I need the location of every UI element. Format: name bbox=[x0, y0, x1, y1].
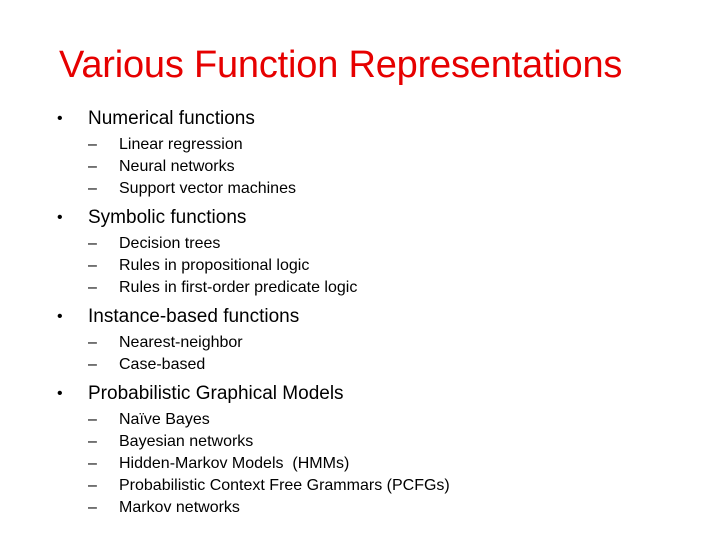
sub-item-label: Neural networks bbox=[119, 158, 235, 175]
dash-icon: – bbox=[88, 455, 97, 472]
sub-item-label: Markov networks bbox=[119, 499, 240, 516]
sub-item: – Support vector machines bbox=[57, 178, 697, 200]
bullet-label: Numerical functions bbox=[88, 108, 255, 129]
dash-icon: – bbox=[88, 257, 97, 274]
sub-list: – Linear regression – Neural networks – Sup… bbox=[57, 134, 697, 200]
sub-item-label: Linear regression bbox=[119, 136, 243, 153]
dash-icon: – bbox=[88, 136, 97, 153]
sub-item: – Nearest-neighbor bbox=[57, 332, 697, 354]
bullet-label: Instance-based functions bbox=[88, 306, 300, 327]
dash-icon: – bbox=[88, 334, 97, 351]
bullet-numerical-functions: • Numerical functions bbox=[57, 107, 697, 131]
dash-icon: – bbox=[88, 477, 97, 494]
sub-item-label: Case-based bbox=[119, 356, 206, 373]
bullet-label: Symbolic functions bbox=[88, 207, 247, 228]
sub-item-label: Rules in first-order predicate logic bbox=[119, 279, 358, 296]
dash-icon: – bbox=[88, 158, 97, 175]
sub-item: – Probabilistic Context Free Grammars (PC… bbox=[57, 475, 697, 497]
sub-item: – Linear regression bbox=[57, 134, 697, 156]
sub-item-label: Hidden-Markov Models (HMMs) bbox=[119, 455, 350, 472]
sub-item: – Hidden-Markov Models (HMMs) bbox=[57, 453, 697, 475]
dash-icon: – bbox=[88, 180, 97, 197]
dash-icon: – bbox=[88, 411, 97, 428]
dash-icon: – bbox=[88, 235, 97, 252]
dash-icon: – bbox=[88, 433, 97, 450]
dash-icon: – bbox=[88, 356, 97, 373]
slide-title: Various Function Representations bbox=[59, 44, 623, 86]
bullet-icon: • bbox=[57, 308, 63, 325]
sub-item: – Markov networks bbox=[57, 497, 697, 519]
sub-item: – Bayesian networks bbox=[57, 431, 697, 453]
sub-item-label: Probabilistic Context Free Grammars (PCF… bbox=[119, 477, 450, 494]
sub-item: – Naïve Bayes bbox=[57, 409, 697, 431]
bullet-instance-based-functions: • Instance-based functions bbox=[57, 305, 697, 329]
sub-list: – Naïve Bayes – Bayesian networks – Hidden-… bbox=[57, 409, 697, 519]
sub-list: – Nearest-neighbor – Case-based bbox=[57, 332, 697, 376]
sub-item: – Rules in first-order predicate logic bbox=[57, 277, 697, 299]
sub-item-label: Decision trees bbox=[119, 235, 221, 252]
sub-list: – Decision trees – Rules in propositional … bbox=[57, 233, 697, 299]
sub-item-label: Nearest-neighbor bbox=[119, 334, 243, 351]
sub-item: – Rules in propositional logic bbox=[57, 255, 697, 277]
bullet-label: Probabilistic Graphical Models bbox=[88, 383, 344, 404]
bullet-icon: • bbox=[57, 385, 63, 402]
slide-body: • Numerical functions – Linear regression… bbox=[57, 107, 697, 525]
bullet-icon: • bbox=[57, 209, 63, 226]
sub-item: – Decision trees bbox=[57, 233, 697, 255]
sub-item: – Case-based bbox=[57, 354, 697, 376]
sub-item: – Neural networks bbox=[57, 156, 697, 178]
dash-icon: – bbox=[88, 279, 97, 296]
sub-item-label: Bayesian networks bbox=[119, 433, 254, 450]
sub-item-label: Naïve Bayes bbox=[119, 411, 210, 428]
sub-item-label: Support vector machines bbox=[119, 180, 296, 197]
bullet-icon: • bbox=[57, 110, 63, 127]
dash-icon: – bbox=[88, 499, 97, 516]
bullet-probabilistic-graphical-models: • Probabilistic Graphical Models bbox=[57, 382, 697, 406]
bullet-symbolic-functions: • Symbolic functions bbox=[57, 206, 697, 230]
sub-item-label: Rules in propositional logic bbox=[119, 257, 310, 274]
